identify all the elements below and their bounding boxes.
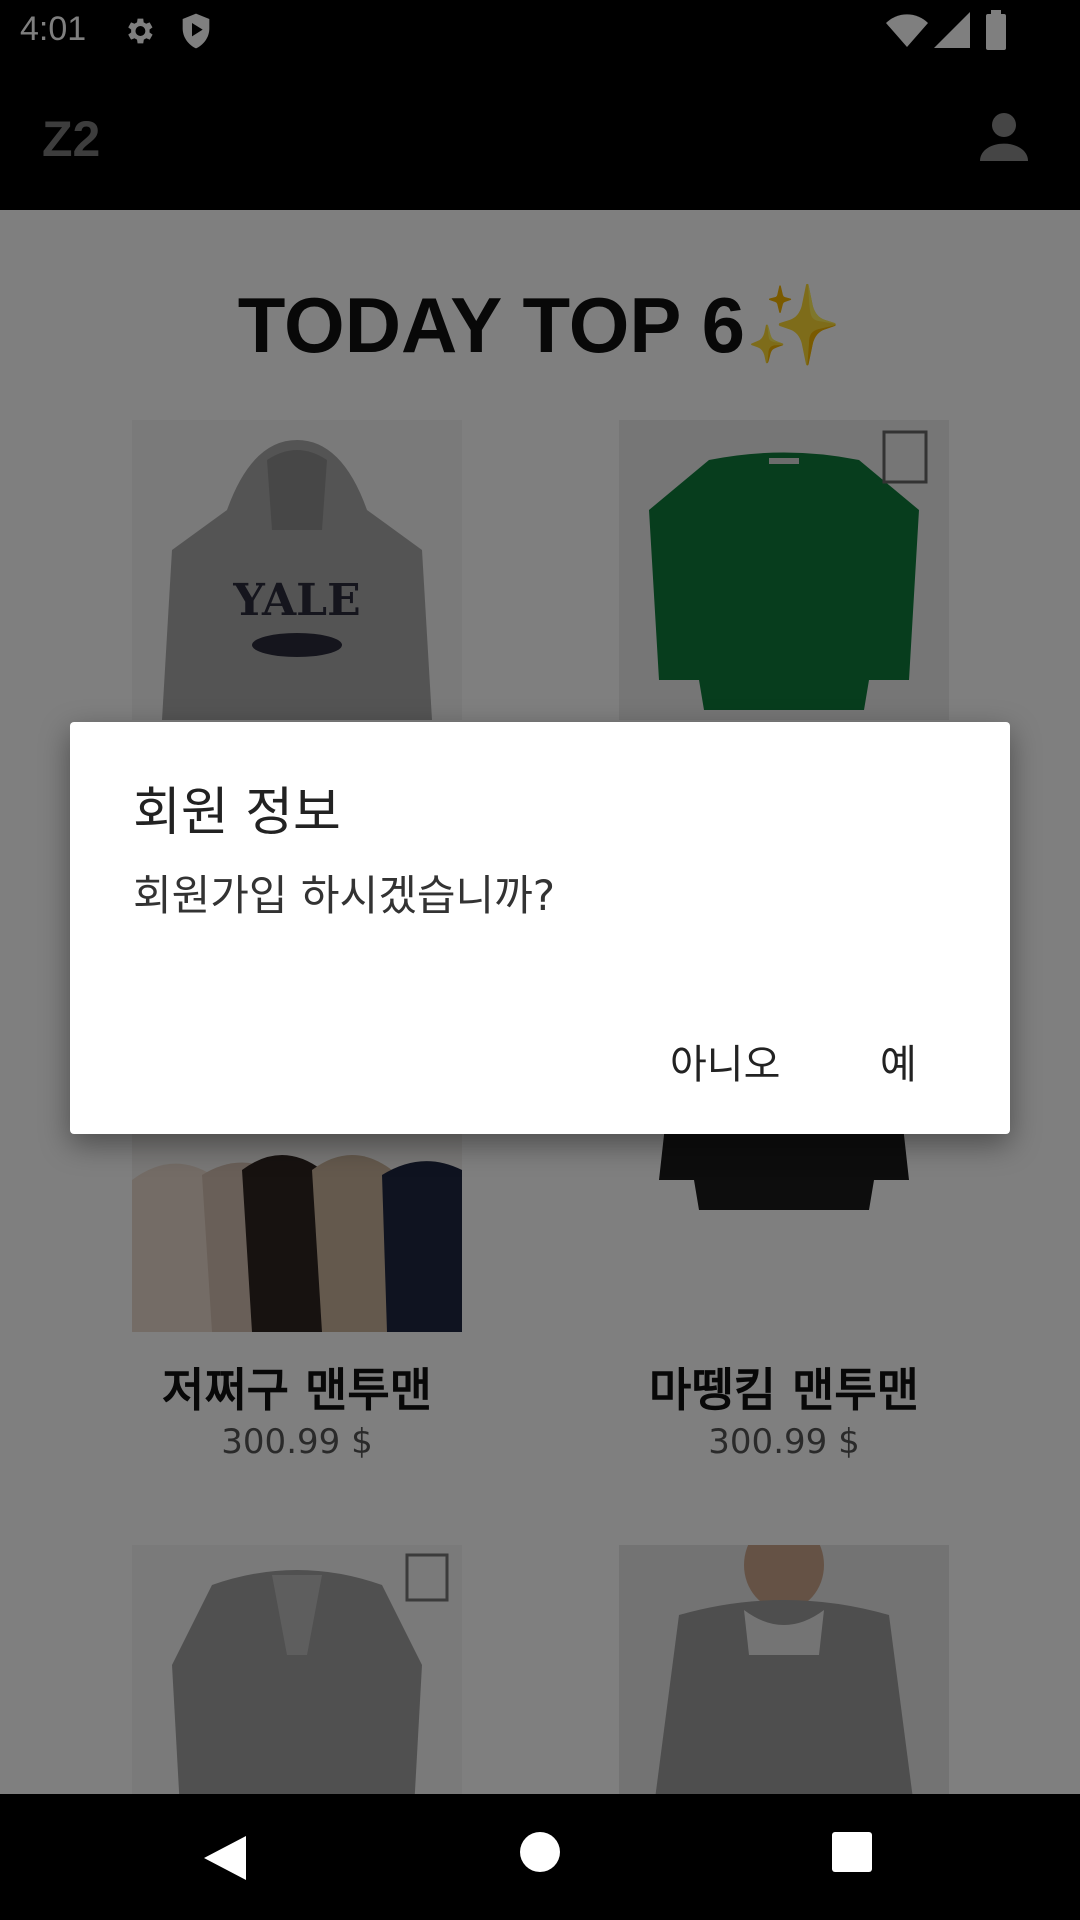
navigation-bar	[0, 1794, 1080, 1920]
dialog-message: 회원가입 하시겠습니까?	[133, 871, 556, 920]
no-button[interactable]: 아니오	[650, 1022, 800, 1100]
membership-dialog: 회원 정보 회원가입 하시겠습니까? 아니오 예	[70, 722, 1010, 1134]
recents-icon[interactable]	[832, 1832, 872, 1872]
yes-button[interactable]: 예	[860, 1022, 937, 1100]
home-icon[interactable]	[520, 1832, 560, 1872]
back-icon[interactable]	[200, 1834, 250, 1882]
dialog-title: 회원 정보	[133, 783, 341, 843]
